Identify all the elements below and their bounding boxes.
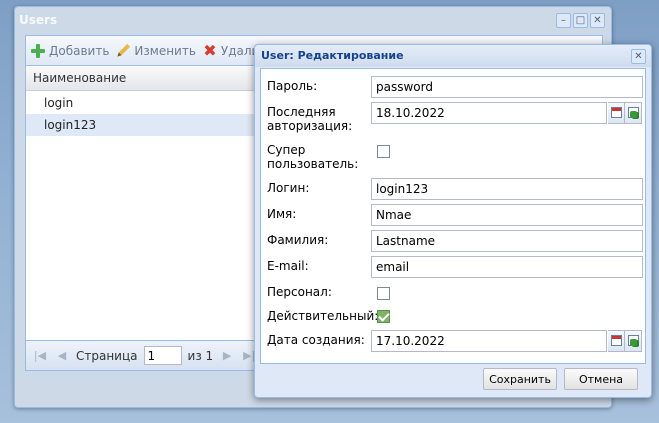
password-field[interactable] (371, 76, 643, 98)
minimize-icon[interactable]: – (556, 13, 571, 28)
edit-window-header[interactable]: User: Редактирование ✕ (255, 45, 651, 67)
page-label: Страница (76, 348, 138, 363)
staff-checkbox[interactable] (377, 287, 390, 300)
maximize-icon[interactable]: □ (573, 13, 588, 28)
superuser-label: Супер пользователь: (267, 143, 359, 171)
user-edit-form: Пароль: Последняя авторизация: Супер пол… (260, 68, 646, 364)
password-label: Пароль: (267, 79, 318, 93)
users-window-title: Users (19, 13, 58, 27)
email-field[interactable] (371, 256, 643, 278)
clear-date-icon[interactable] (625, 330, 642, 352)
next-page-icon[interactable]: ▶ (219, 349, 235, 362)
users-window-controls: – □ ✕ (556, 13, 605, 28)
last-name-field[interactable] (371, 230, 643, 252)
calendar-icon[interactable] (608, 102, 625, 124)
prev-page-icon[interactable]: ◀ (54, 349, 70, 362)
edit-button[interactable]: Изменить (115, 43, 196, 59)
plus-icon (30, 43, 46, 59)
date-created-field[interactable] (371, 330, 607, 352)
superuser-checkbox[interactable] (377, 145, 390, 158)
date-created-label: Дата создания: (267, 333, 365, 347)
last-login-date-buttons (608, 102, 642, 124)
first-name-label: Имя: (267, 207, 297, 221)
edit-window-title: User: Редактирование (261, 49, 404, 62)
first-page-icon[interactable]: |◀ (32, 349, 48, 362)
email-label: E-mail: (267, 259, 309, 273)
add-button-label: Добавить (49, 43, 110, 58)
page-number-input[interactable] (143, 346, 182, 365)
close-icon[interactable]: ✕ (590, 13, 605, 28)
close-icon[interactable]: ✕ (631, 49, 646, 64)
page-count-label: из 1 (187, 348, 214, 363)
save-button[interactable]: Сохранить (483, 368, 557, 390)
last-name-label: Фамилия: (267, 233, 329, 247)
login-label: Логин: (267, 181, 310, 195)
clear-date-icon[interactable] (625, 102, 642, 124)
date-created-buttons (608, 330, 642, 352)
staff-label: Персонал: (267, 285, 332, 299)
active-checkbox[interactable] (377, 310, 390, 323)
edit-button-label: Изменить (134, 43, 196, 58)
first-name-field[interactable] (371, 204, 643, 226)
last-login-label: Последняя авторизация: (267, 105, 353, 133)
pencil-icon (112, 39, 135, 62)
delete-icon: ✖ (203, 40, 217, 60)
calendar-icon[interactable] (608, 330, 625, 352)
cancel-button[interactable]: Отмена (564, 368, 638, 390)
edit-user-window: User: Редактирование ✕ Пароль: Последняя… (254, 44, 652, 398)
active-label: Действительный: (267, 309, 379, 323)
add-button[interactable]: Добавить (30, 43, 109, 59)
last-login-date-field[interactable] (371, 102, 607, 124)
login-field[interactable] (371, 178, 643, 200)
